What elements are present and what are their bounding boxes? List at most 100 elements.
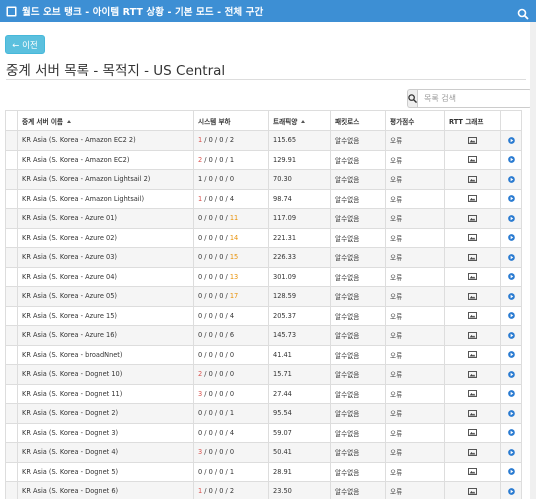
search-icon[interactable] <box>517 5 529 20</box>
play-circle-icon[interactable] <box>507 292 515 300</box>
play-circle-icon[interactable] <box>507 195 515 203</box>
action-cell <box>500 481 522 499</box>
play-circle-icon[interactable] <box>507 234 515 242</box>
load-last-value: 1 <box>229 409 235 418</box>
table-row[interactable]: KR Asia (S. Korea - Amazon Lightsail 2) 1… <box>5 169 522 190</box>
play-circle-icon[interactable] <box>507 273 515 281</box>
play-circle-icon[interactable] <box>507 156 515 164</box>
play-circle-icon[interactable] <box>507 390 515 398</box>
packet-loss-cell: 알수없음 <box>330 169 386 190</box>
table-row[interactable]: KR Asia (S. Korea - Amazon Lightsail) 1 /… <box>5 188 522 209</box>
page-scrollbar[interactable] <box>530 22 536 499</box>
table-row[interactable]: KR Asia (S. Korea - broadNnet) 0 / 0 / 0 … <box>5 344 522 365</box>
packet-loss-cell: 알수없음 <box>330 422 386 443</box>
traffic-cell: 70.30 <box>268 169 331 190</box>
table-row[interactable]: KR Asia (S. Korea - Dognet 2) 0 / 0 / 0 /… <box>5 403 522 424</box>
play-circle-icon[interactable] <box>507 429 515 437</box>
play-circle-icon[interactable] <box>507 468 515 476</box>
chart-image-icon[interactable] <box>468 156 477 164</box>
table-row[interactable]: KR Asia (S. Korea - Dognet 3) 0 / 0 / 0 /… <box>5 422 522 443</box>
play-circle-icon[interactable] <box>507 214 515 222</box>
packet-loss-cell: 알수없음 <box>330 130 386 151</box>
chart-image-icon[interactable] <box>468 390 477 398</box>
load-last-value: 0 <box>229 448 235 457</box>
server-name-cell: KR Asia (S. Korea - Dognet 2) <box>17 403 194 424</box>
table-row[interactable]: KR Asia (S. Korea - Amazon EC2 2) 1 / 0 /… <box>5 130 522 151</box>
header-score[interactable]: 평가점수 <box>385 110 445 131</box>
play-circle-icon[interactable] <box>507 175 515 183</box>
chart-image-icon[interactable] <box>468 351 477 359</box>
header-server-name-label: 중계 서버 이름 <box>22 117 63 126</box>
chart-image-icon[interactable] <box>468 312 477 320</box>
load-last-value: 1 <box>229 467 235 476</box>
play-circle-icon[interactable] <box>507 448 515 456</box>
chart-image-icon[interactable] <box>468 331 477 339</box>
back-button[interactable]: ← 이전 <box>5 35 45 54</box>
table-row[interactable]: KR Asia (S. Korea - Azure 15) 0 / 0 / 0 /… <box>5 305 522 326</box>
packet-loss-cell: 알수없음 <box>330 247 386 268</box>
system-load-cell: 3 / 0 / 0 / 0 <box>193 442 269 463</box>
play-circle-icon[interactable] <box>507 312 515 320</box>
table-row[interactable]: KR Asia (S. Korea - Amazon EC2) 2 / 0 / 0… <box>5 149 522 170</box>
play-circle-icon[interactable] <box>507 409 515 417</box>
table-row[interactable]: KR Asia (S. Korea - Azure 05) 0 / 0 / 0 /… <box>5 286 522 307</box>
score-cell: 오류 <box>385 227 445 248</box>
row-index-spacer <box>5 247 18 268</box>
chart-image-icon[interactable] <box>468 253 477 261</box>
chart-image-icon[interactable] <box>468 214 477 222</box>
table-row[interactable]: KR Asia (S. Korea - Dognet 6) 1 / 0 / 0 /… <box>5 481 522 499</box>
chart-image-icon[interactable] <box>468 409 477 417</box>
chart-image-icon[interactable] <box>468 468 477 476</box>
row-index-spacer <box>5 188 18 209</box>
packet-loss-cell: 알수없음 <box>330 286 386 307</box>
row-index-spacer <box>5 130 18 151</box>
play-circle-icon[interactable] <box>507 351 515 359</box>
header-server-name[interactable]: 중계 서버 이름 <box>17 110 194 131</box>
table-row[interactable]: KR Asia (S. Korea - Azure 02) 0 / 0 / 0 /… <box>5 227 522 248</box>
chart-image-icon[interactable] <box>468 195 477 203</box>
chart-image-icon[interactable] <box>468 429 477 437</box>
row-index-spacer <box>5 481 18 499</box>
search-input[interactable] <box>417 89 532 108</box>
chart-image-icon[interactable] <box>468 370 477 378</box>
row-index-spacer <box>5 305 18 326</box>
play-circle-icon[interactable] <box>507 370 515 378</box>
header-traffic[interactable]: 트래픽양 <box>268 110 331 131</box>
system-load-cell: 1 / 0 / 0 / 0 <box>193 169 269 190</box>
chart-image-icon[interactable] <box>468 273 477 281</box>
load-first-value: 0 <box>198 467 203 476</box>
table-row[interactable]: KR Asia (S. Korea - Azure 01) 0 / 0 / 0 /… <box>5 208 522 229</box>
play-circle-icon[interactable] <box>507 136 515 144</box>
table-row[interactable]: KR Asia (S. Korea - Azure 16) 0 / 0 / 0 /… <box>5 325 522 346</box>
play-circle-icon[interactable] <box>507 253 515 261</box>
rtt-graph-cell <box>444 403 501 424</box>
header-packet-loss[interactable]: 패킷로스 <box>330 110 386 131</box>
rtt-graph-cell <box>444 305 501 326</box>
load-mid-values: 0 / 0 / <box>208 175 228 184</box>
traffic-cell: 98.74 <box>268 188 331 209</box>
chart-image-icon[interactable] <box>468 136 477 144</box>
chart-image-icon[interactable] <box>468 234 477 242</box>
header-system-load[interactable]: 시스템 부하 <box>193 110 269 131</box>
sort-asc-icon <box>67 120 71 123</box>
action-cell <box>500 286 522 307</box>
row-index-spacer <box>5 286 18 307</box>
load-first-value: 0 <box>198 331 203 340</box>
chart-image-icon[interactable] <box>468 175 477 183</box>
table-row[interactable]: KR Asia (S. Korea - Dognet 4) 3 / 0 / 0 /… <box>5 442 522 463</box>
action-cell <box>500 149 522 170</box>
chart-image-icon[interactable] <box>468 448 477 456</box>
table-row[interactable]: KR Asia (S. Korea - Dognet 11) 3 / 0 / 0 … <box>5 383 522 404</box>
play-circle-icon[interactable] <box>507 487 515 495</box>
server-name-cell: KR Asia (S. Korea - Amazon EC2 2) <box>17 130 194 151</box>
play-circle-icon[interactable] <box>507 331 515 339</box>
action-cell <box>500 266 522 287</box>
chart-image-icon[interactable] <box>468 292 477 300</box>
table-row[interactable]: KR Asia (S. Korea - Azure 03) 0 / 0 / 0 /… <box>5 247 522 268</box>
server-name-cell: KR Asia (S. Korea - broadNnet) <box>17 344 194 365</box>
table-row[interactable]: KR Asia (S. Korea - Azure 04) 0 / 0 / 0 /… <box>5 266 522 287</box>
load-first-value: 2 <box>198 370 203 379</box>
table-row[interactable]: KR Asia (S. Korea - Dognet 10) 2 / 0 / 0 … <box>5 364 522 385</box>
table-row[interactable]: KR Asia (S. Korea - Dognet 5) 0 / 0 / 0 /… <box>5 461 522 482</box>
chart-image-icon[interactable] <box>468 487 477 495</box>
